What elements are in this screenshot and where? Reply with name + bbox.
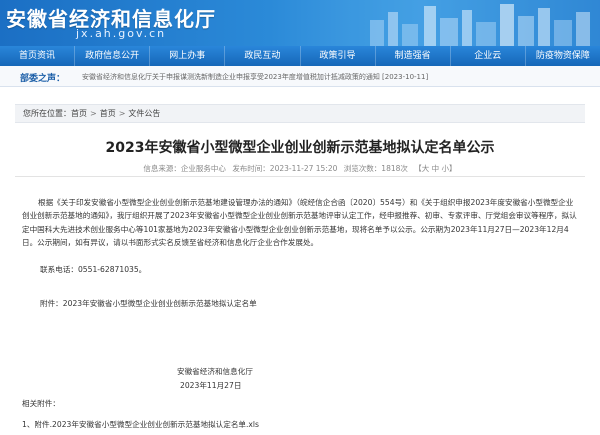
nav-item-manufacturing[interactable]: 制造强省 bbox=[376, 46, 451, 66]
contact-phone: 联系电话：0551-62871035。 bbox=[40, 265, 147, 274]
attachment-note: 附件：2023年安徽省小型微型企业创业创新示范基地拟认定名单 bbox=[40, 299, 257, 308]
breadcrumb-home[interactable]: 首页 bbox=[71, 105, 87, 122]
breadcrumb-announcements[interactable]: 文件公告 bbox=[128, 105, 160, 122]
breadcrumb-separator: > bbox=[90, 109, 97, 118]
breadcrumb-separator: > bbox=[118, 109, 126, 118]
font-size-switcher[interactable]: 【大 中 小】 bbox=[414, 164, 456, 173]
meta-views: 浏览次数：1818次 bbox=[343, 164, 408, 173]
ticker-link[interactable]: 安徽省经济和信息化厅关于申报谋测洗新制造企业申报享受2023年度增值税加计抵减政… bbox=[82, 72, 428, 82]
breadcrumb-prefix: 您所在位置： bbox=[23, 109, 71, 118]
nav-item-enterprise-cloud[interactable]: 企业云 bbox=[451, 46, 526, 66]
nav-item-online-service[interactable]: 网上办事 bbox=[150, 46, 226, 66]
news-ticker: 部委之声： 安徽省经济和信息化厅关于申报谋测洗新制造企业申报享受2023年度增值… bbox=[0, 66, 600, 87]
sign-date: 2023年11月27日 bbox=[180, 381, 242, 390]
meta-date: 发布时间：2023-11-27 15:20 bbox=[232, 164, 338, 173]
title-divider bbox=[15, 176, 585, 177]
attachment-file-link[interactable]: 1、附件.2023年安徽省小型微型企业创业创新示范基地拟认定名单.xls bbox=[22, 419, 259, 430]
nav-item-policy[interactable]: 政策引导 bbox=[301, 46, 376, 66]
nav-item-gov-info[interactable]: 政府信息公开 bbox=[75, 46, 151, 66]
related-attachments-label: 相关附件： bbox=[22, 399, 60, 408]
breadcrumb-home-2[interactable]: 首页 bbox=[100, 105, 116, 122]
site-domain: jx.ah.gov.cn bbox=[76, 27, 167, 40]
nav-item-interaction[interactable]: 政民互动 bbox=[225, 46, 301, 66]
city-skyline-banner bbox=[350, 0, 600, 46]
nav-item-news[interactable]: 首页资讯 bbox=[0, 46, 76, 66]
breadcrumb: 您所在位置：首页 > 首页 > 文件公告 bbox=[15, 104, 585, 123]
nav-item-epidemic-supplies[interactable]: 防疫物资保障 bbox=[526, 46, 600, 66]
meta-source: 信息来源：企业服务中心 bbox=[143, 164, 226, 173]
main-nav: 首页资讯 政府信息公开 网上办事 政民互动 政策引导 制造强省 企业云 防疫物资… bbox=[0, 46, 600, 66]
ticker-label: 部委之声： bbox=[20, 74, 66, 84]
site-header: 安徽省经济和信息化厅 jx.ah.gov.cn bbox=[0, 0, 600, 46]
article-title: 2023年安徽省小型微型企业创业创新示范基地拟认定名单公示 bbox=[105, 140, 495, 156]
article-body: 根据《关于印发安徽省小型微型企业创业创新示范基地建设管理办法的通知》（皖经信企合… bbox=[22, 198, 577, 248]
article-meta: 信息来源：企业服务中心 发布时间：2023-11-27 15:20 浏览次数：1… bbox=[0, 163, 600, 174]
signature: 安徽省经济和信息化厅 bbox=[177, 367, 253, 376]
